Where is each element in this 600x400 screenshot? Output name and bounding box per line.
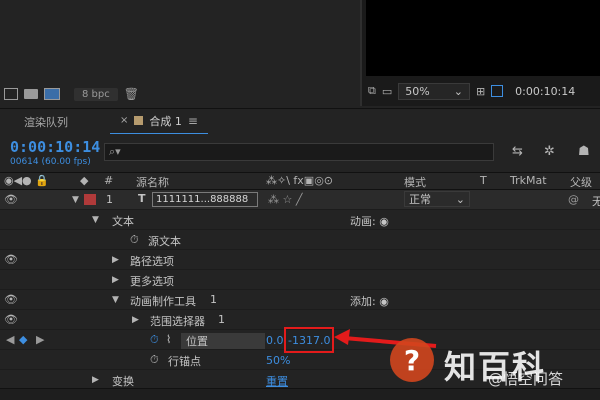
property-label: 更多选项	[130, 275, 174, 288]
watermark-subtext: @悟空问答	[488, 370, 564, 388]
property-row[interactable]	[0, 290, 600, 310]
property-label: 行锚点	[168, 355, 201, 368]
property-label: 变换	[112, 375, 134, 388]
eye-icon[interactable]: 👁	[4, 293, 18, 306]
reset-link[interactable]: 重置	[266, 373, 288, 389]
mode-column[interactable]: 模式	[404, 174, 426, 190]
new-composition-icon[interactable]	[44, 88, 60, 100]
pick-whip-icon[interactable]: @	[568, 193, 579, 206]
label-column-icon: ◆	[80, 174, 89, 187]
monitor-icon[interactable]: ▭	[382, 85, 392, 98]
property-label: 源文本	[148, 235, 181, 248]
parent-column[interactable]: 父级	[570, 174, 592, 190]
property-label: 范围选择器	[150, 315, 205, 328]
tab-render-queue[interactable]: 渲染队列	[0, 109, 110, 135]
expand-triangle-icon[interactable]: ▶	[112, 275, 119, 285]
viewer-timecode[interactable]: 0:00:10:14	[515, 85, 575, 98]
layer-switches[interactable]: ⁂ ☆ ╱	[268, 193, 302, 206]
zoom-value: 50%	[405, 84, 430, 98]
property-label: 位置	[186, 335, 208, 348]
eye-icon[interactable]: 👁	[4, 193, 18, 206]
comp-color-swatch	[134, 116, 144, 125]
comp-flowchart-icon[interactable]: ⇆	[512, 144, 523, 159]
anchor-value[interactable]: 50%	[266, 354, 290, 367]
collapse-triangle-icon[interactable]: ▼	[112, 295, 119, 305]
property-row[interactable]	[0, 210, 600, 230]
timeline-footer	[0, 388, 600, 400]
add-menu[interactable]: 添加: ◉	[350, 293, 389, 309]
prev-keyframe-icon[interactable]: ◀	[6, 333, 14, 346]
stopwatch-icon[interactable]: ⏱	[150, 353, 159, 367]
text-layer-icon: T	[138, 192, 146, 205]
number-column[interactable]: #	[104, 174, 113, 187]
property-label: 动画制作工具	[130, 295, 196, 308]
new-folder-icon[interactable]	[24, 89, 38, 99]
stopwatch-icon[interactable]: ⏱	[130, 233, 139, 247]
layer-name[interactable]: 1111111...888888	[152, 192, 258, 207]
av-features-icons: ◉◀● 🔒	[4, 174, 49, 187]
eye-icon[interactable]: 👁	[4, 313, 18, 326]
t-column[interactable]: T	[480, 174, 487, 187]
property-label: 文本	[112, 215, 134, 228]
tab-label: 渲染队列	[24, 115, 68, 129]
region-of-interest-icon[interactable]	[491, 85, 504, 97]
next-keyframe-icon[interactable]: ▶	[36, 333, 44, 346]
watermark-logo: ?	[390, 338, 434, 382]
animator-index: 1	[210, 293, 217, 306]
expand-triangle-icon[interactable]: ▶	[92, 375, 99, 385]
search-input[interactable]: ⌕▾	[104, 143, 494, 161]
viewer-canvas[interactable]	[366, 0, 600, 76]
add-label: 添加:	[350, 295, 376, 308]
tab-composition[interactable]: × 合成 1 ≡	[110, 109, 208, 135]
source-name-column[interactable]: 源名称	[136, 174, 169, 190]
trash-icon[interactable]: 🗑	[124, 87, 139, 101]
trkmat-column[interactable]: TrkMat	[510, 174, 547, 187]
tab-label: 合成 1	[149, 114, 182, 128]
current-time-display[interactable]: 0:00:10:14	[10, 138, 100, 156]
stopwatch-active-icon[interactable]: ⏱	[150, 333, 159, 347]
collapse-triangle-icon[interactable]: ▼	[72, 195, 79, 205]
selector-index: 1	[218, 313, 225, 326]
blend-mode-select[interactable]: 正常 ⌄	[404, 191, 470, 207]
property-label: 路径选项	[130, 255, 174, 268]
graph-icon[interactable]: ⌇	[166, 333, 171, 346]
project-footer: 8 bpc 🗑	[0, 84, 355, 104]
parent-value[interactable]: 无	[592, 193, 600, 209]
blend-mode-value: 正常	[409, 193, 431, 206]
interpret-footage-icon[interactable]	[4, 88, 18, 100]
label-color[interactable]	[84, 194, 96, 205]
shy-layers-icon[interactable]: ☗	[578, 144, 590, 159]
property-row[interactable]	[0, 230, 600, 250]
frame-info: 00614 (60.00 fps)	[10, 157, 91, 167]
search-icon: ⌕▾	[109, 145, 121, 158]
chevron-down-icon: ⌄	[453, 84, 463, 98]
safe-margins-icon[interactable]: ⊞	[476, 85, 485, 98]
panel-tabs: 渲染队列 × 合成 1 ≡	[0, 108, 600, 135]
property-row[interactable]	[0, 250, 600, 270]
menu-icon[interactable]: ≡	[188, 114, 198, 128]
viewer-toolbar: ⧉ ▭ 50% ⌄ ⊞ 0:00:10:14	[362, 80, 600, 102]
keyframe-icon[interactable]: ◆	[19, 333, 27, 346]
position-x-value[interactable]: 0.0	[266, 334, 284, 347]
annotation-highlight-box	[284, 327, 334, 353]
property-row[interactable]	[0, 270, 600, 290]
collapse-triangle-icon[interactable]: ▼	[92, 215, 99, 225]
zoom-select[interactable]: 50% ⌄	[398, 82, 470, 100]
eye-icon[interactable]: 👁	[4, 253, 18, 266]
animate-label: 动画:	[350, 215, 376, 228]
close-icon[interactable]: ×	[120, 115, 128, 126]
expand-triangle-icon[interactable]: ▶	[112, 255, 119, 265]
expand-triangle-icon[interactable]: ▶	[132, 315, 139, 325]
always-preview-icon[interactable]: ⧉	[368, 84, 376, 98]
animate-menu[interactable]: 动画: ◉	[350, 213, 389, 229]
chevron-down-icon: ⌄	[455, 192, 465, 206]
layer-index: 1	[106, 193, 113, 206]
bpc-button[interactable]: 8 bpc	[74, 87, 118, 101]
switches-icons: ⁂✧\ fx▣◎⊙	[266, 174, 334, 187]
draft-3d-icon[interactable]: ✲	[544, 144, 555, 159]
